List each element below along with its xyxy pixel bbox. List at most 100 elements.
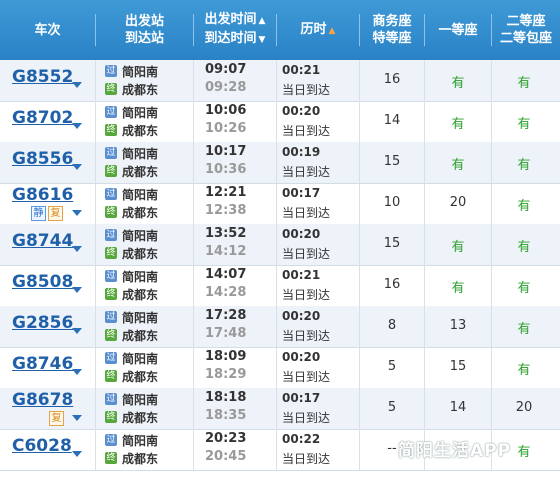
to-station[interactable]: 成都东 <box>122 245 158 262</box>
arrival-time: 14:28 <box>205 285 247 300</box>
arrival-note: 当日到达 <box>282 83 331 97</box>
table-row[interactable]: G8552 过简阳南终成都东 09:07 09:28 00:21 当日到达 16 有 有 <box>0 60 560 102</box>
chevron-down-icon[interactable] <box>72 328 82 334</box>
from-station[interactable]: 简阳南 <box>122 432 158 449</box>
first-class-seat: 有 <box>451 281 465 296</box>
table-row[interactable]: G8744 过简阳南终成都东 13:52 14:12 00:20 当日到达 15 有 有 <box>0 224 560 266</box>
pass-station-icon: 过 <box>105 311 117 323</box>
col-duration[interactable]: 历时 ▲ <box>277 0 359 60</box>
train-number-link[interactable]: G8702 <box>12 108 73 128</box>
table-row[interactable]: G8556 过简阳南终成都东 10:17 10:36 00:19 当日到达 15 有 有 <box>0 142 560 184</box>
end-station-icon: 终 <box>105 83 117 95</box>
second-class-seat: 有 <box>517 240 531 255</box>
chevron-down-icon[interactable] <box>72 164 82 170</box>
first-class-seat: 有 <box>451 76 465 91</box>
watermark: 简阳生活APP <box>398 441 512 461</box>
to-station[interactable]: 成都东 <box>122 450 158 467</box>
to-station[interactable]: 成都东 <box>122 286 158 303</box>
from-station[interactable]: 简阳南 <box>122 104 158 121</box>
departure-time: 10:17 <box>205 144 247 159</box>
from-station[interactable]: 简阳南 <box>122 63 158 80</box>
table-row[interactable]: G8746 过简阳南终成都东 18:09 18:29 00:20 当日到达 5 15 有 <box>0 347 560 389</box>
arrival-note: 当日到达 <box>282 206 331 220</box>
repeat-badge-icon: 复 <box>48 206 63 221</box>
to-station[interactable]: 成都东 <box>122 204 158 221</box>
pass-station-icon: 过 <box>105 65 117 77</box>
repeat-badge-icon: 复 <box>49 411 64 426</box>
to-station[interactable]: 成都东 <box>122 81 158 98</box>
duration: 00:20 <box>282 350 321 364</box>
train-number-link[interactable]: G8616 <box>12 185 73 205</box>
col-duration-sort[interactable]: 历时 ▲ <box>301 21 336 40</box>
business-seat: 14 <box>383 113 401 128</box>
arrival-time: 10:36 <box>205 162 247 177</box>
chevron-down-icon[interactable] <box>72 246 82 252</box>
to-station[interactable]: 成都东 <box>122 409 158 426</box>
chevron-down-icon[interactable] <box>72 123 82 129</box>
arrival-time: 09:28 <box>205 80 247 95</box>
from-station[interactable]: 简阳南 <box>122 391 158 408</box>
table-row[interactable]: G8678 复 过简阳南终成都东 18:18 18:35 00:17 当日到达 5 14 20 <box>0 388 560 430</box>
end-station-icon: 终 <box>105 165 117 177</box>
first-class-seat: 有 <box>451 117 465 132</box>
to-station[interactable]: 成都东 <box>122 122 158 139</box>
to-station[interactable]: 成都东 <box>122 163 158 180</box>
col-train-label: 车次 <box>34 22 61 38</box>
to-station[interactable]: 成都东 <box>122 368 158 385</box>
end-station-icon: 终 <box>105 206 117 218</box>
table-row[interactable]: G8702 过简阳南终成都东 10:06 10:26 00:20 当日到达 14 有 有 <box>0 101 560 143</box>
end-station-icon: 终 <box>105 288 117 300</box>
table-row[interactable]: G8508 过简阳南终成都东 14:07 14:28 00:21 当日到达 16 有 有 <box>0 265 560 307</box>
from-station[interactable]: 简阳南 <box>122 350 158 367</box>
chevron-down-icon[interactable] <box>72 451 82 457</box>
table-row[interactable]: G2856 过简阳南终成都东 17:28 17:48 00:20 当日到达 8 13 有 <box>0 306 560 348</box>
chevron-down-icon[interactable] <box>72 82 82 88</box>
pass-station-icon: 过 <box>105 270 117 282</box>
arrival-note: 当日到达 <box>282 288 331 302</box>
train-number-link[interactable]: G8744 <box>12 231 73 251</box>
col-dep-sort[interactable]: 出发时间 ▲ <box>205 11 266 30</box>
col-second: 二等座 二等包座 <box>499 14 552 46</box>
duration: 00:20 <box>282 309 321 323</box>
arrival-time: 20:45 <box>205 449 247 464</box>
sort-down-icon: ▼ <box>258 35 266 45</box>
chevron-down-icon[interactable] <box>72 287 82 293</box>
from-station[interactable]: 简阳南 <box>122 145 158 162</box>
pass-station-icon: 过 <box>105 188 117 200</box>
train-number-link[interactable]: G2856 <box>12 313 73 333</box>
pass-station-icon: 过 <box>105 393 117 405</box>
train-number-link[interactable]: G8508 <box>12 272 73 292</box>
from-station[interactable]: 简阳南 <box>122 268 158 285</box>
col-times[interactable]: 出发时间 ▲ 到达时间 ▼ <box>194 0 276 60</box>
from-station[interactable]: 简阳南 <box>122 186 158 203</box>
business-seat: 16 <box>383 277 401 292</box>
train-number-link[interactable]: G8552 <box>12 67 73 87</box>
col-to-label: 到达站 <box>124 31 164 46</box>
train-number-link[interactable]: G8678 <box>12 390 73 410</box>
col-arr-sort[interactable]: 到达时间 ▼ <box>205 30 266 49</box>
col-stations: 出发站 到达站 <box>96 0 193 60</box>
departure-time: 09:07 <box>205 62 247 77</box>
second-class-seat: 有 <box>517 158 531 173</box>
departure-time: 17:28 <box>205 308 247 323</box>
first-class-seat: 14 <box>449 400 467 415</box>
to-station[interactable]: 成都东 <box>122 327 158 344</box>
train-number-link[interactable]: C6028 <box>12 436 72 456</box>
train-number-link[interactable]: G8746 <box>12 354 73 374</box>
departure-time: 14:07 <box>205 267 247 282</box>
table-row[interactable]: G8616 静复 过简阳南终成都东 12:21 12:38 00:17 当日到达 10 20 有 <box>0 183 560 225</box>
business-seat: 5 <box>387 359 397 374</box>
col-business: 商务座 特等座 <box>372 14 412 46</box>
from-station[interactable]: 简阳南 <box>122 309 158 326</box>
first-class-seat: 20 <box>449 195 467 210</box>
business-seat: 5 <box>387 400 397 415</box>
arrival-note: 当日到达 <box>282 124 331 138</box>
departure-time: 18:18 <box>205 390 247 405</box>
chevron-down-icon[interactable] <box>72 415 82 421</box>
arrival-time: 18:35 <box>205 408 247 423</box>
chevron-down-icon[interactable] <box>72 369 82 375</box>
duration: 00:20 <box>282 104 321 118</box>
from-station[interactable]: 简阳南 <box>122 227 158 244</box>
train-number-link[interactable]: G8556 <box>12 149 73 169</box>
chevron-down-icon[interactable] <box>72 210 82 216</box>
